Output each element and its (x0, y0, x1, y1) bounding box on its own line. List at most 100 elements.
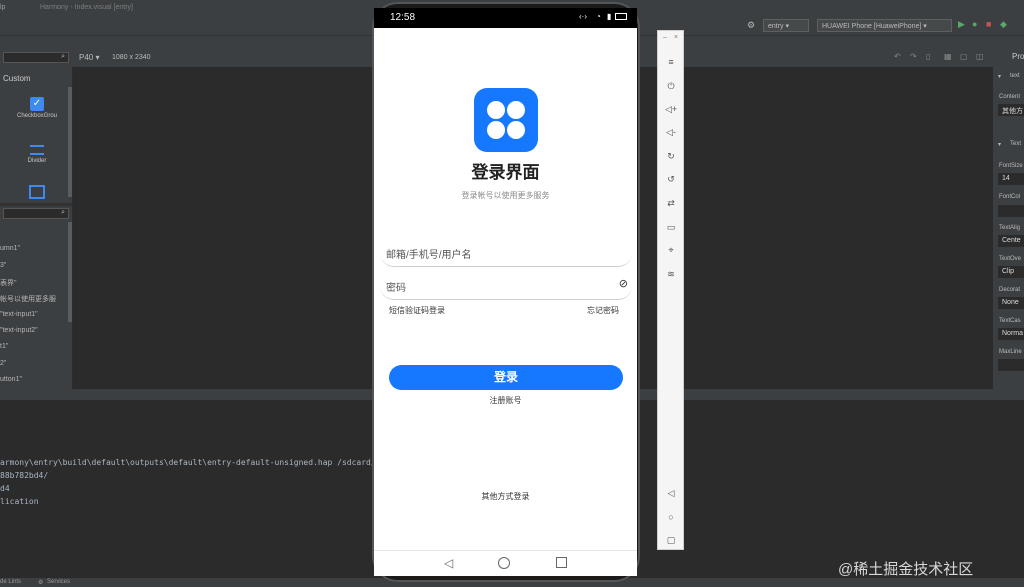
menu-icon[interactable]: ≡ (665, 56, 677, 68)
textoverflow-select[interactable]: Clip (998, 266, 1024, 278)
sms-login-link[interactable]: 短信验证码登录 (389, 305, 445, 316)
account-input[interactable]: 邮箱/手机号/用户名 (380, 237, 632, 267)
divider-icon (30, 145, 44, 155)
minimize-icon[interactable]: – (663, 34, 667, 41)
alarm-icon: ◔ (596, 12, 601, 21)
rotate-left-icon[interactable]: ↺ (665, 173, 677, 185)
titlebar-left-text: lp (0, 4, 6, 11)
page-subtitle: 登录帐号以使用更多服务 (461, 191, 550, 200)
other-login-link[interactable]: 其他方式登录 (374, 491, 637, 502)
device-icon[interactable]: ▯ (926, 52, 930, 61)
textalign-select[interactable]: Cente (998, 235, 1024, 247)
components-panel: Custom ✓ CheckboxGrou Divider ⌕ umn1" 3"… (0, 67, 72, 389)
fontsize-field[interactable]: 14 (998, 173, 1024, 185)
prop-label: Text (1010, 141, 1022, 147)
phone-time: 12:58 (390, 12, 416, 23)
prop-label: MaxLine (999, 349, 1022, 355)
content-field[interactable]: 其他方 (998, 104, 1024, 116)
eye-off-icon[interactable]: ⊘ (619, 277, 628, 290)
grid-icon[interactable] (29, 185, 45, 199)
location-icon[interactable]: ⌖ (665, 244, 677, 256)
resolution-label: 1080 x 2340 (112, 54, 151, 61)
frame-icon[interactable]: ▢ (960, 52, 968, 61)
watermark: @稀土掘金技术社区 (838, 561, 974, 578)
tree-item[interactable]: 帐号以使用更多服 (0, 294, 56, 304)
device-preset-select[interactable]: P40 ▾ (79, 53, 99, 62)
recents-icon[interactable] (556, 557, 567, 568)
services-icon: ⚙ (38, 580, 44, 586)
close-icon[interactable]: × (674, 34, 678, 41)
prop-label: TextCas (999, 318, 1021, 324)
rotate-right-icon[interactable]: ↻ (665, 150, 677, 162)
component-search-input[interactable]: ⌕ (3, 52, 69, 63)
fontcolor-field[interactable] (998, 205, 1024, 217)
tab-properties[interactable]: Pro (1012, 52, 1024, 61)
tree-item[interactable]: "text-input2" (0, 327, 38, 334)
tree-item[interactable]: 2" (0, 360, 6, 367)
tree-item[interactable]: 3" (0, 262, 6, 269)
tree-search-input[interactable]: ⌕ (3, 208, 69, 219)
component-label: CheckboxGrou (16, 113, 58, 119)
power-icon[interactable]: ⏻ (665, 80, 677, 92)
prop-label: TextAlig (999, 225, 1021, 231)
redo-icon[interactable]: ↷ (910, 52, 917, 61)
split-icon[interactable]: ◫ (976, 52, 984, 61)
nav-home-icon[interactable]: ○ (665, 511, 677, 523)
properties-panel: ▾ text Content 其他方 ▾ Text FontSize 14 Fo… (993, 67, 1024, 389)
components-header: Custom (3, 74, 31, 83)
status-lints[interactable]: de Lints (0, 579, 21, 585)
search-icon: ⌕ (61, 53, 65, 60)
nav-back-icon[interactable]: ◁ (665, 487, 677, 499)
back-icon[interactable]: ◁ (444, 556, 453, 570)
device-preset-label: P40 (79, 53, 94, 62)
app-screen: 登录界面 登录帐号以使用更多服务 邮箱/手机号/用户名 密码 ⊘ 短信验证码登录… (374, 28, 637, 550)
checkbox-icon: ✓ (30, 97, 44, 111)
tree-item[interactable]: t1" (0, 343, 8, 350)
console-line: 88b782bd4/ (0, 471, 49, 480)
home-icon[interactable] (498, 557, 510, 569)
section-arrow-icon[interactable]: ▾ (998, 73, 1001, 80)
layout-icon[interactable]: ▦ (944, 52, 952, 61)
undo-icon[interactable]: ↶ (894, 52, 901, 61)
run-icon[interactable]: ▶ (958, 19, 965, 30)
register-link[interactable]: 注册账号 (374, 395, 637, 406)
tree-item[interactable]: "text-input1" (0, 311, 38, 318)
prop-label: TextOve (999, 256, 1022, 262)
prop-label: FontCol (999, 194, 1021, 200)
fold-icon[interactable]: ⇄ (665, 197, 677, 209)
component-checkboxgroup[interactable]: ✓ CheckboxGrou (2, 97, 72, 119)
volume-down-icon[interactable]: ◁- (665, 126, 677, 138)
account-placeholder: 邮箱/手机号/用户名 (386, 250, 472, 261)
tree-item[interactable]: 表界" (0, 278, 17, 288)
maxlines-field[interactable] (998, 359, 1024, 371)
textcase-select[interactable]: Norma (998, 328, 1024, 340)
tree-item[interactable]: utton1" (0, 376, 22, 383)
gear-icon[interactable]: ⚙ (747, 20, 755, 31)
stop-icon[interactable]: ■ (986, 19, 991, 29)
run-config-label: entry (768, 23, 784, 30)
forgot-password-link[interactable]: 忘记密码 (587, 305, 619, 316)
device-select[interactable]: HUAWEI Phone [HuaweiPhone] ▾ (817, 19, 952, 32)
run-config-select[interactable]: entry ▾ (763, 19, 809, 32)
tree-scrollbar[interactable] (68, 222, 72, 322)
decoration-select[interactable]: None (998, 297, 1024, 309)
tree-item[interactable]: umn1" (0, 245, 20, 252)
battery-control-icon[interactable]: ▭ (665, 221, 677, 233)
component-label: Divider (27, 158, 47, 164)
component-divider[interactable]: Divider (2, 145, 72, 164)
window-title: Harmony - Index.visual [entry] (40, 4, 133, 11)
login-button[interactable]: 登录 (389, 365, 623, 390)
status-services[interactable]: Services (47, 579, 70, 585)
network-icon[interactable]: ≋ (665, 268, 677, 280)
nav-recents-icon[interactable]: ▢ (665, 534, 677, 546)
console-line: armony\entry\build\default\outputs\defau… (0, 458, 386, 467)
phone-statusbar: 12:58 ‹·› ◔ ▮ (374, 8, 637, 28)
profile-icon[interactable]: ◆ (1000, 19, 1007, 30)
debug-icon[interactable]: ● (972, 19, 977, 29)
volume-up-icon[interactable]: ◁+ (665, 103, 677, 115)
password-input[interactable]: 密码 ⊘ (380, 270, 632, 300)
prop-label: Content (999, 94, 1021, 100)
prop-label: FontSize (999, 163, 1023, 169)
console-line: lication (0, 497, 39, 506)
section-arrow-icon[interactable]: ▾ (998, 141, 1001, 148)
